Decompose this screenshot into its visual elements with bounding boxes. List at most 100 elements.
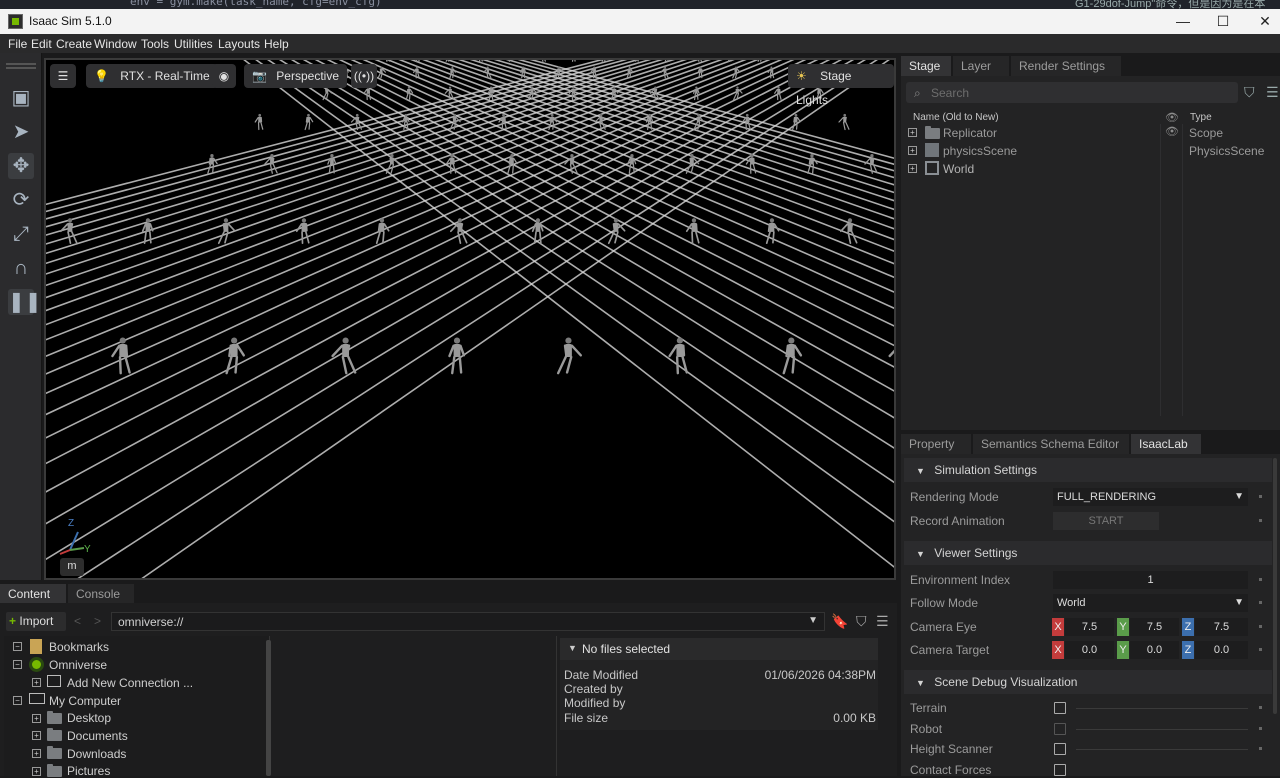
property-reset-dot[interactable] — [1259, 495, 1262, 498]
tree-downloads[interactable]: Downloads — [67, 747, 126, 761]
path-input[interactable]: omniverse:// ▼ — [111, 612, 825, 631]
filter-icon[interactable]: ⛉ — [856, 613, 867, 630]
back-arrow-icon[interactable]: < — [74, 614, 81, 628]
visibility-eye-icon[interactable]: ◉ — [212, 64, 236, 88]
menu-layouts[interactable]: Layouts — [218, 37, 260, 51]
scene-debug-header[interactable]: ▼ Scene Debug Visualization — [904, 670, 1272, 694]
tree-desktop[interactable]: Desktop — [67, 711, 111, 725]
nav-mode-button[interactable]: m — [60, 558, 84, 576]
snap-magnet-icon[interactable]: ∩ — [8, 255, 34, 281]
property-reset-dot[interactable] — [1259, 747, 1262, 750]
property-scrollbar[interactable] — [1273, 458, 1277, 714]
rotate-icon[interactable]: ⟳ — [8, 187, 34, 213]
select-mode-icon[interactable]: ▣ — [8, 85, 34, 111]
debug-robot-checkbox[interactable] — [1054, 723, 1066, 735]
stage-search-input[interactable]: ⌕ Search — [906, 82, 1238, 103]
render-mode-button[interactable]: 💡 RTX - Real-Time — [86, 64, 218, 88]
import-button[interactable]: + Import — [6, 612, 66, 631]
move-icon[interactable]: ✥ — [8, 153, 34, 179]
tab-content[interactable]: Content — [0, 584, 66, 604]
forward-arrow-icon[interactable]: > — [94, 614, 101, 628]
select-arrow-icon[interactable]: ➤ — [8, 119, 34, 145]
tree-omniverse[interactable]: Omniverse — [49, 658, 107, 672]
property-reset-dot[interactable] — [1259, 578, 1262, 581]
stage-col-type[interactable]: Type — [1190, 112, 1212, 123]
pause-icon[interactable]: ❚❚ — [8, 289, 42, 315]
camera-eye-y-field[interactable]: 7.5 — [1130, 618, 1179, 636]
file-details-header[interactable]: ▼ No files selected — [560, 638, 878, 660]
collapse-icon[interactable]: − — [13, 642, 22, 651]
expand-icon[interactable]: + — [32, 714, 41, 723]
debug-contact-forces-checkbox[interactable] — [1054, 764, 1066, 776]
expand-icon[interactable]: + — [32, 678, 41, 687]
tree-documents[interactable]: Documents — [67, 729, 128, 743]
expand-icon[interactable]: + — [32, 749, 41, 758]
close-button[interactable]: ✕ — [1250, 11, 1280, 31]
stage-row-replicator[interactable]: Replicator — [943, 126, 997, 140]
stage-row-world[interactable]: World — [943, 162, 974, 176]
scale-icon[interactable]: ⤢ — [8, 221, 34, 247]
menu-edit[interactable]: Edit — [31, 37, 52, 51]
axis-gizmo — [59, 531, 85, 555]
viewer-settings-header[interactable]: ▼ Viewer Settings — [904, 541, 1272, 565]
viewport[interactable]: ☰ 💡 RTX - Real-Time ◉ 📷 Perspective ((•)… — [44, 58, 896, 580]
expand-icon[interactable]: + — [32, 767, 41, 776]
camera-eye-x-field[interactable]: 7.5 — [1065, 618, 1114, 636]
property-reset-dot[interactable] — [1259, 601, 1262, 604]
maximize-button[interactable]: ☐ — [1208, 11, 1238, 31]
property-reset-dot[interactable] — [1259, 519, 1262, 522]
rendering-mode-dropdown[interactable]: FULL_RENDERING ▼ — [1053, 488, 1248, 506]
camera-eye-z-field[interactable]: 7.5 — [1195, 618, 1248, 636]
camera-target-y-field[interactable]: 0.0 — [1130, 641, 1179, 659]
tab-console[interactable]: Console — [68, 584, 134, 604]
viewport-settings-icon[interactable]: ☰ — [50, 64, 76, 88]
tree-bookmarks[interactable]: Bookmarks — [49, 640, 109, 654]
file-details-panel: ▼ No files selected Date Modified 01/06/… — [560, 638, 878, 730]
options-menu-icon[interactable]: ☰ — [1266, 84, 1279, 101]
property-reset-dot[interactable] — [1259, 625, 1262, 628]
menu-tools[interactable]: Tools — [141, 37, 169, 51]
environment-index-field[interactable]: 1 — [1053, 571, 1248, 589]
stage-lights-button[interactable]: ☀ Stage Lights — [788, 64, 894, 107]
expand-icon[interactable]: + — [908, 128, 917, 137]
simulation-settings-header[interactable]: ▼ Simulation Settings — [904, 458, 1272, 482]
record-start-button[interactable]: START — [1053, 512, 1159, 530]
minimize-button[interactable]: — — [1168, 11, 1198, 31]
property-reset-dot[interactable] — [1259, 727, 1262, 730]
menu-window[interactable]: Window — [94, 37, 137, 51]
menu-utilities[interactable]: Utilities — [174, 37, 213, 51]
tab-property[interactable]: Property — [901, 434, 971, 454]
camera-target-x-field[interactable]: 0.0 — [1065, 641, 1114, 659]
tab-layer[interactable]: Layer — [953, 56, 1009, 76]
bookmark-icon[interactable]: 🔖 — [831, 613, 848, 630]
menu-file[interactable]: File — [8, 37, 27, 51]
expand-icon[interactable]: + — [32, 731, 41, 740]
tab-stage[interactable]: Stage — [901, 56, 951, 76]
visibility-eye-icon[interactable]: 👁 — [1165, 125, 1179, 138]
menu-create[interactable]: Create — [56, 37, 92, 51]
follow-mode-dropdown[interactable]: World ▼ — [1053, 594, 1248, 612]
tree-my-computer[interactable]: My Computer — [49, 694, 121, 708]
tree-add-connection[interactable]: Add New Connection ... — [67, 676, 193, 690]
camera-target-z-field[interactable]: 0.0 — [1195, 641, 1248, 659]
property-reset-dot[interactable] — [1259, 706, 1262, 709]
tab-semantics-schema-editor[interactable]: Semantics Schema Editor — [973, 434, 1129, 454]
filter-icon[interactable]: ⛉ — [1244, 84, 1255, 101]
broadcast-icon[interactable]: ((•)) — [351, 64, 377, 88]
camera-button[interactable]: 📷 Perspective — [244, 64, 347, 88]
tab-render-settings[interactable]: Render Settings — [1011, 56, 1121, 76]
expand-icon[interactable]: + — [908, 146, 917, 155]
debug-terrain-checkbox[interactable] — [1054, 702, 1066, 714]
collapse-icon[interactable]: − — [13, 660, 22, 669]
collapse-icon[interactable]: − — [13, 696, 22, 705]
menu-help[interactable]: Help — [264, 37, 289, 51]
tab-isaaclab[interactable]: IsaacLab — [1131, 434, 1201, 454]
options-menu-icon[interactable]: ☰ — [876, 613, 889, 630]
property-reset-dot[interactable] — [1259, 648, 1262, 651]
scene-canvas[interactable] — [46, 60, 894, 578]
debug-height-scanner-checkbox[interactable] — [1054, 743, 1066, 755]
stage-col-name[interactable]: Name (Old to New) — [913, 112, 999, 123]
tree-scrollbar[interactable] — [266, 640, 271, 776]
stage-row-physicsscene[interactable]: physicsScene — [943, 144, 1017, 158]
expand-icon[interactable]: + — [908, 164, 917, 173]
